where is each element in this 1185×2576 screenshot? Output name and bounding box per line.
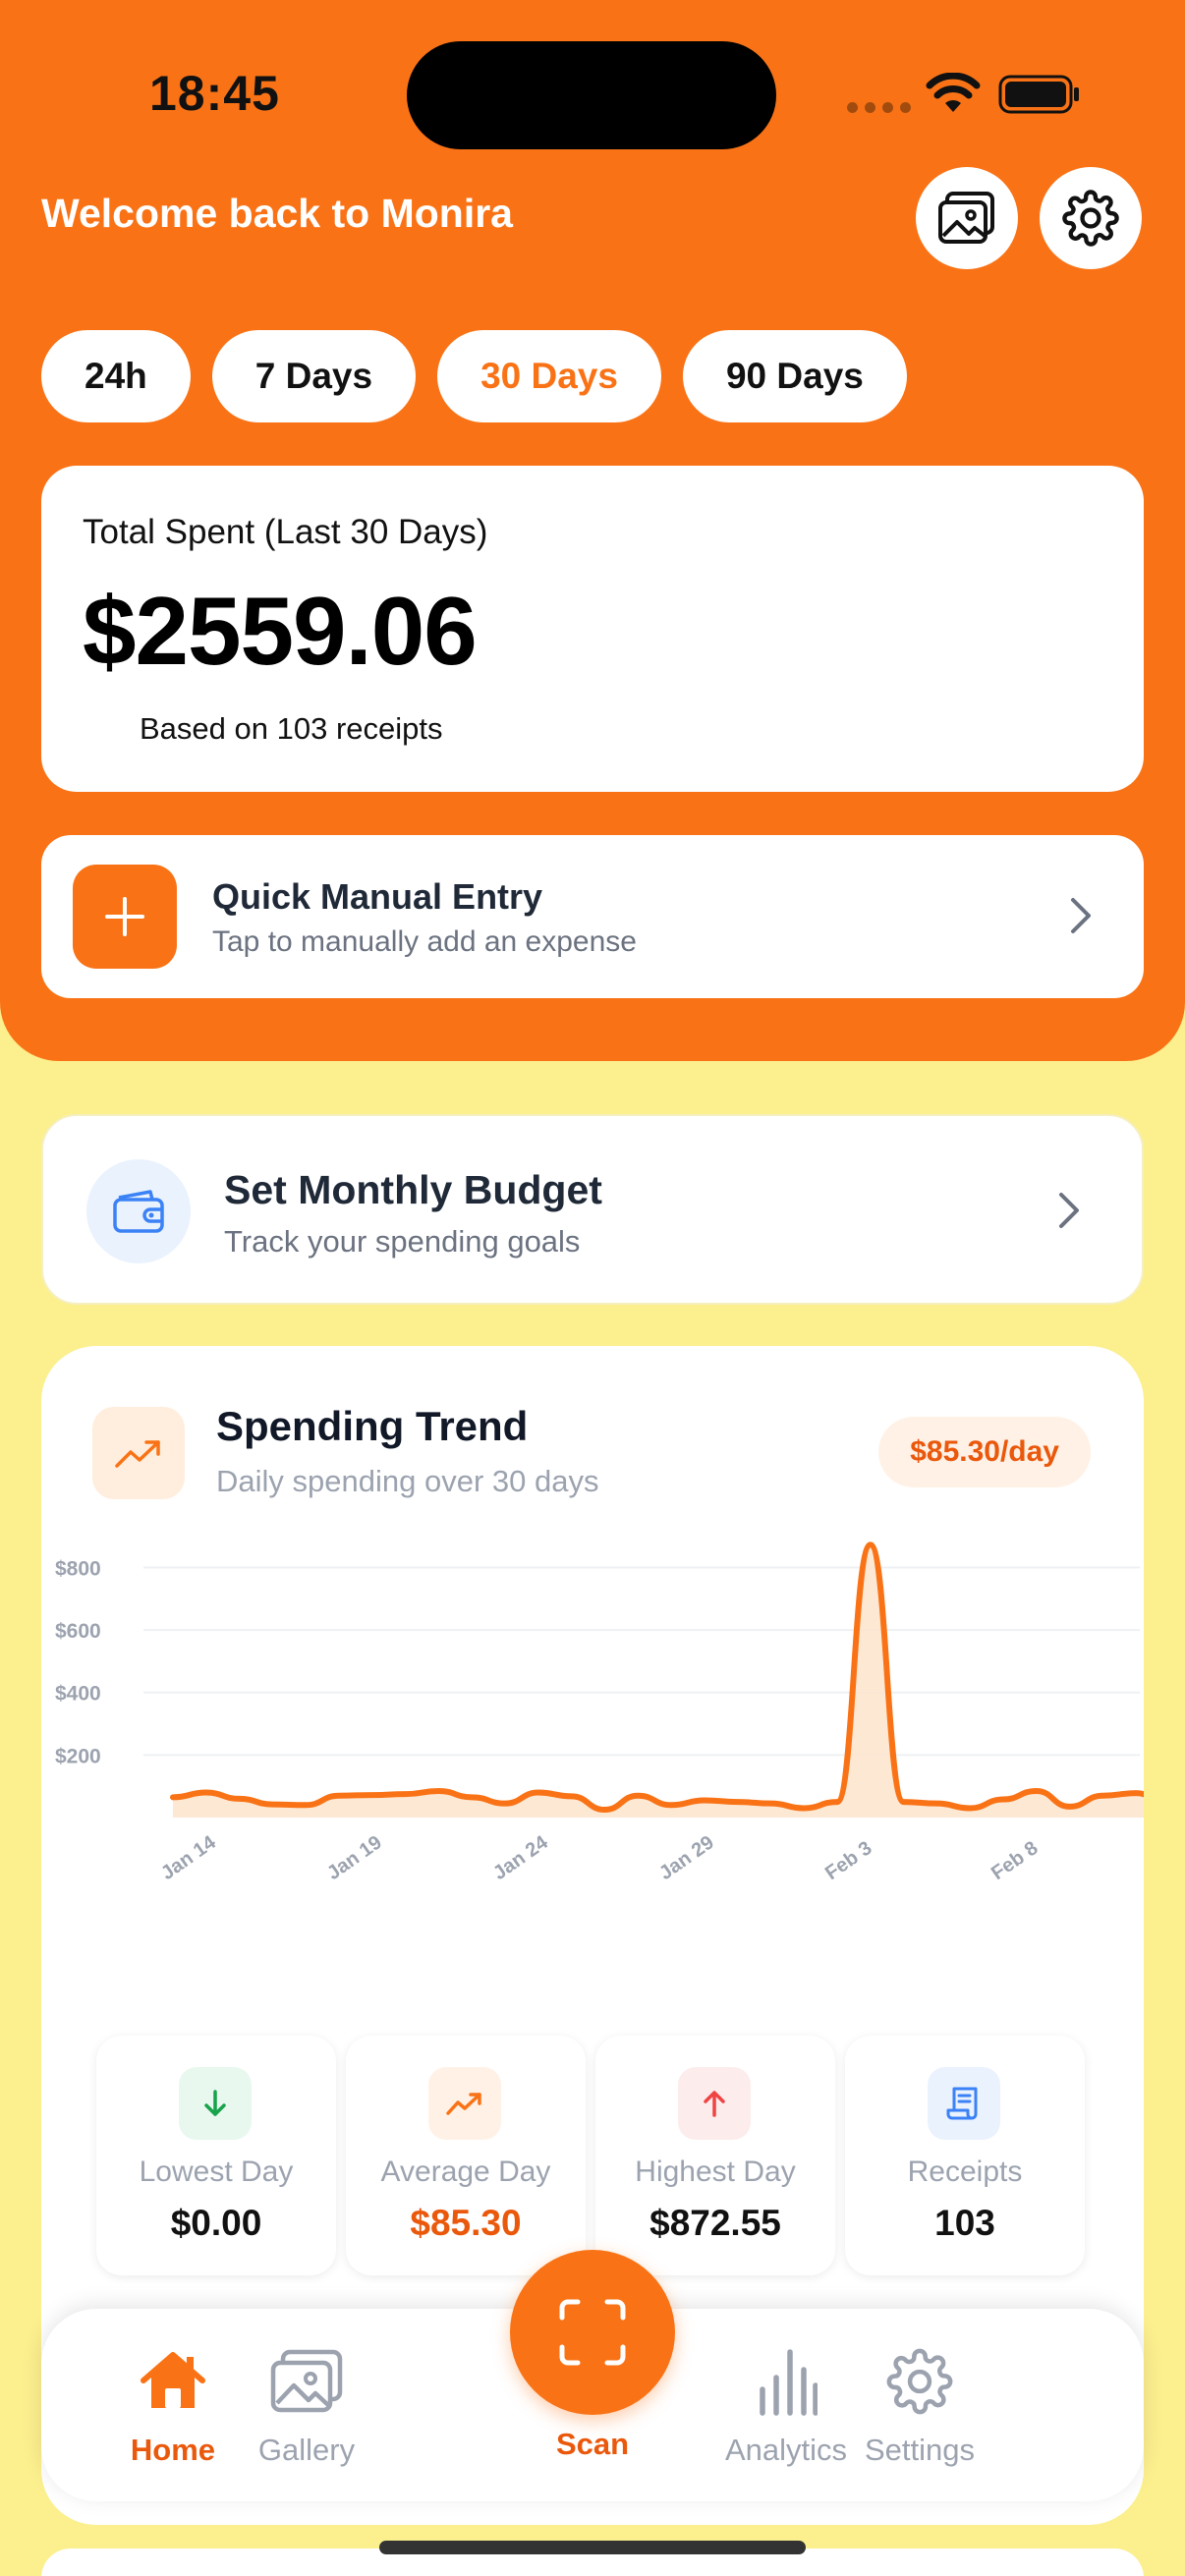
stat-value: $0.00 [170, 2203, 262, 2243]
x-tick-label: Feb 8 [988, 1837, 1042, 1884]
stat-lowest-day: Lowest Day $0.00 [96, 2036, 336, 2275]
total-spent-label: Total Spent (Last 30 Days) [83, 513, 488, 551]
y-tick-label: $400 [55, 1683, 101, 1706]
total-spent-card: Total Spent (Last 30 Days) $2559.06 Base… [41, 466, 1144, 792]
period-tab[interactable]: 30 Days [437, 330, 661, 422]
cellular-signal-icon [847, 102, 911, 113]
arrow-up-icon [678, 2067, 751, 2140]
set-monthly-budget-card[interactable]: Set Monthly Budget Track your spending g… [41, 1114, 1144, 1305]
tab-label: Settings [864, 2433, 975, 2467]
stat-highest-day: Highest Day $872.55 [595, 2036, 835, 2275]
wallet-icon [86, 1159, 191, 1263]
budget-title: Set Monthly Budget [224, 1167, 602, 1212]
wifi-icon [926, 73, 981, 112]
period-tab[interactable]: 90 Days [682, 330, 907, 422]
spending-trend-chart: $800 $600 $400 $200 Jan 14 Jan 19 Jan 24 Jan 29… [55, 1541, 1144, 1884]
plus-icon [73, 865, 177, 969]
scan-button[interactable] [510, 2250, 675, 2415]
header-settings-button[interactable] [1040, 167, 1142, 269]
tab-settings[interactable]: Settings [831, 2342, 1008, 2468]
arrow-down-icon [179, 2067, 252, 2140]
scan-frame-icon [559, 2299, 626, 2366]
x-tick-label: Jan 24 [489, 1831, 552, 1884]
header-gallery-button[interactable] [916, 167, 1018, 269]
gear-icon [831, 2342, 1008, 2421]
x-tick-label: Feb 3 [821, 1837, 875, 1884]
x-tick-label: Jan 14 [157, 1831, 220, 1884]
period-tabs: 24h 7 Days 30 Days 90 Days [41, 330, 907, 422]
status-bar: 18:45 [0, 0, 1185, 157]
gear-icon [1062, 190, 1119, 247]
tab-label: Gallery [257, 2433, 356, 2467]
x-tick-label: Jan 19 [323, 1831, 386, 1884]
x-tick-label: Jan 29 [655, 1831, 718, 1884]
budget-subtitle: Track your spending goals [224, 1224, 581, 1259]
series-line [170, 1541, 1144, 1814]
stat-label: Average Day [380, 2156, 551, 2188]
image-gallery-icon [938, 192, 994, 244]
period-tab[interactable]: 7 Days [211, 330, 417, 422]
stat-label: Lowest Day [139, 2156, 294, 2188]
period-tab[interactable]: 24h [41, 330, 191, 422]
total-spent-amount: $2559.06 [83, 577, 478, 685]
chevron-right-icon [1059, 1193, 1079, 1228]
y-tick-label: $600 [55, 1620, 101, 1643]
area-fill [173, 1544, 1144, 1818]
quick-entry-subtitle: Tap to manually add an expense [212, 925, 637, 958]
stat-value: $85.30 [410, 2203, 522, 2243]
stats-row: Lowest Day $0.00 Average Day $85.30 High… [96, 2036, 1085, 2275]
stat-value: 103 [934, 2203, 995, 2243]
quick-entry-title: Quick Manual Entry [212, 876, 543, 917]
trend-title: Spending Trend [216, 1403, 529, 1449]
y-tick-label: $800 [55, 1557, 101, 1580]
dynamic-island [407, 41, 776, 149]
stat-average-day: Average Day $85.30 [346, 2036, 586, 2275]
welcome-title: Welcome back to Monira [41, 191, 513, 236]
trend-up-icon [428, 2067, 501, 2140]
home-indicator [379, 2541, 806, 2554]
stat-value: $872.55 [649, 2203, 781, 2243]
trend-subtitle: Daily spending over 30 days [216, 1464, 599, 1498]
per-day-badge: $85.30/day [878, 1417, 1091, 1487]
tab-gallery[interactable]: Gallery [218, 2342, 395, 2468]
stat-label: Receipts [907, 2156, 1023, 2188]
stat-receipts: Receipts 103 [845, 2036, 1085, 2275]
stat-label: Highest Day [635, 2156, 796, 2188]
status-time: 18:45 [149, 66, 280, 121]
scan-label[interactable]: Scan [491, 2427, 694, 2462]
image-gallery-icon [218, 2342, 395, 2421]
receipt-icon [928, 2067, 1000, 2140]
chevron-right-icon [1071, 898, 1091, 933]
quick-manual-entry-card[interactable]: Quick Manual Entry Tap to manually add a… [41, 835, 1144, 998]
battery-icon [998, 75, 1079, 114]
y-tick-label: $200 [55, 1745, 101, 1767]
receipt-count-text: Based on 103 receipts [140, 711, 443, 746]
trend-up-icon [92, 1407, 185, 1499]
